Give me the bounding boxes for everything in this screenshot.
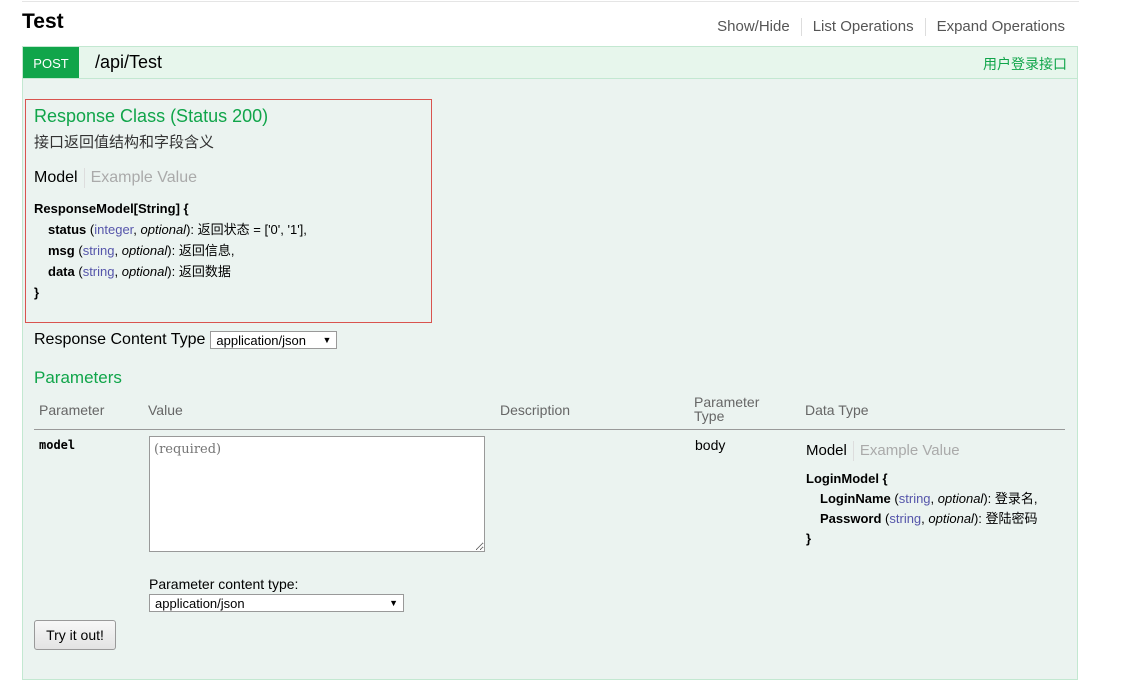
model-field-password: Password (string, optional): 登陆密码 (820, 511, 1038, 526)
operation-summary[interactable]: 用户登录接口 (983, 54, 1067, 74)
header-parameter: Parameter (39, 402, 105, 418)
parameter-content-type-label: Parameter content type: (149, 576, 299, 592)
response-content-type: Response Content Type application/json ▼ (34, 331, 338, 349)
login-model-close-brace: } (806, 531, 812, 546)
parameter-type: body (695, 437, 726, 453)
dropdown-arrow-icon: ▼ (389, 598, 398, 608)
header-value: Value (148, 402, 183, 418)
response-content-type-label: Response Content Type (34, 331, 206, 348)
model-close-brace: } (34, 285, 40, 300)
data-type-example-value-tab[interactable]: Example Value (860, 441, 966, 461)
response-content-type-value: application/json (216, 332, 306, 348)
response-content-type-select[interactable]: application/json ▼ (210, 331, 338, 349)
top-divider (22, 1, 1079, 2)
expand-operations-link[interactable]: Expand Operations (926, 18, 1065, 36)
operation-heading[interactable]: POST /api/Test 用户登录接口 (22, 46, 1078, 79)
model-field-status: status (integer, optional): 返回状态 = ['0',… (48, 222, 307, 237)
parameter-value-input[interactable] (149, 436, 485, 552)
try-it-out-button[interactable]: Try it out! (34, 620, 116, 650)
model-field-loginname: LoginName (string, optional): 登录名, (820, 491, 1038, 506)
parameters-title: Parameters (34, 368, 122, 387)
data-type-tabs: Model Example Value (806, 441, 972, 461)
parameter-content-type-select[interactable]: application/json ▼ (149, 594, 404, 612)
model-field-data: data (string, optional): 返回数据 (48, 264, 231, 279)
response-model-tabs: Model Example Value (34, 168, 209, 188)
login-model-name: LoginModel { (806, 471, 888, 486)
response-model-signature: ResponseModel[String] { status (integer,… (34, 198, 307, 303)
operation-path[interactable]: /api/Test (95, 52, 162, 73)
header-parameter-type: Parameter Type (694, 394, 760, 424)
header-description: Description (500, 402, 571, 418)
response-class-title: Response Class (Status 200) (34, 106, 269, 126)
http-method-badge[interactable]: POST (23, 47, 79, 78)
header-data-type: Data Type (805, 402, 869, 418)
example-value-tab[interactable]: Example Value (91, 168, 203, 188)
show-hide-link[interactable]: Show/Hide (706, 18, 802, 36)
data-type-model-signature[interactable]: LoginModel { LoginName (string, optional… (806, 469, 1038, 549)
parameter-content-type-value: application/json (155, 595, 245, 611)
resource-links: Show/Hide List Operations Expand Operati… (706, 18, 1065, 36)
model-name: ResponseModel[String] { (34, 201, 189, 216)
model-field-msg: msg (string, optional): 返回信息, (48, 243, 235, 258)
dropdown-arrow-icon: ▼ (322, 335, 332, 345)
parameter-name: model (39, 438, 76, 452)
response-class-description: 接口返回值结构和字段含义 (34, 134, 215, 151)
table-header-divider (34, 429, 1065, 430)
resource-title[interactable]: Test (22, 10, 64, 34)
model-tab[interactable]: Model (34, 168, 85, 188)
list-operations-link[interactable]: List Operations (802, 18, 926, 36)
data-type-model-tab[interactable]: Model (806, 441, 854, 461)
